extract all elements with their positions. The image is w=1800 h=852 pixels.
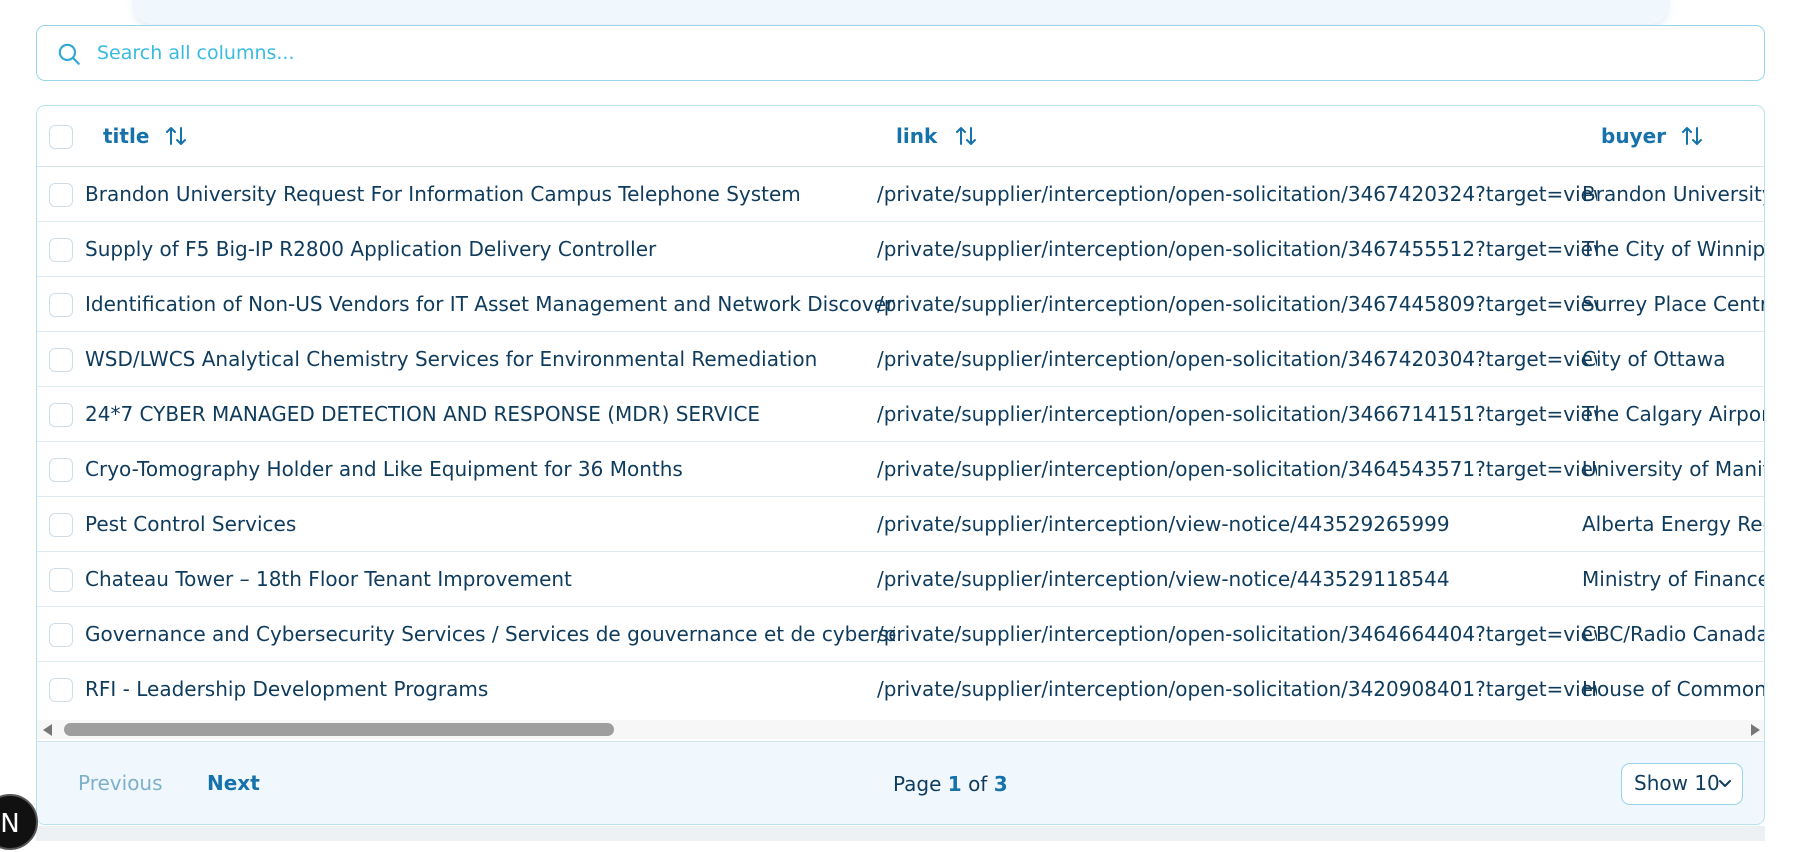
search-icon xyxy=(58,43,80,65)
cell-title: Cryo-Tomography Holder and Like Equipmen… xyxy=(85,457,683,481)
table-row[interactable]: WSD/LWCS Analytical Chemistry Services f… xyxy=(37,332,1764,387)
cell-link: /private/supplier/interception/open-soli… xyxy=(877,347,1597,371)
previous-button[interactable]: Previous xyxy=(78,771,163,795)
scroll-left-icon[interactable] xyxy=(43,724,52,736)
cell-buyer: City of Ottawa xyxy=(1582,347,1726,371)
cell-link: /private/supplier/interception/open-soli… xyxy=(877,457,1597,481)
cell-title: Brandon University Request For Informati… xyxy=(85,182,801,206)
table-header-row: title link buyer xyxy=(37,106,1764,167)
pagination-footer: Previous Next Page 1 of 3 Show 10 xyxy=(37,741,1764,824)
cell-title: Governance and Cybersecurity Services / … xyxy=(85,622,895,646)
table-row[interactable]: Governance and Cybersecurity Services / … xyxy=(37,607,1765,662)
bottom-strip xyxy=(36,826,1765,841)
row-checkbox[interactable] xyxy=(49,623,73,647)
page-size-select[interactable]: Show 10 xyxy=(1621,763,1743,805)
cell-title: Pest Control Services xyxy=(85,512,297,536)
table-row[interactable]: Identification of Non-US Vendors for IT … xyxy=(37,277,1765,332)
column-header-link[interactable]: link xyxy=(896,106,937,167)
search-input[interactable] xyxy=(97,34,1697,72)
cell-link: /private/supplier/interception/open-soli… xyxy=(877,622,1597,646)
current-page: 1 xyxy=(947,772,962,796)
cell-buyer: The City of Winnipe xyxy=(1582,237,1765,261)
table-row[interactable]: 24*7 CYBER MANAGED DETECTION AND RESPONS… xyxy=(37,387,1765,442)
cell-link: /private/supplier/interception/open-soli… xyxy=(877,402,1597,426)
cell-buyer: CBC/Radio Canada xyxy=(1582,622,1765,646)
cell-link: /private/supplier/interception/open-soli… xyxy=(877,237,1597,261)
row-checkbox[interactable] xyxy=(49,238,73,262)
scroll-right-icon[interactable] xyxy=(1751,724,1760,736)
chevron-down-icon xyxy=(1719,780,1731,787)
cell-title: WSD/LWCS Analytical Chemistry Services f… xyxy=(85,347,818,371)
page-size-value: Show 10 xyxy=(1634,771,1720,795)
row-checkbox[interactable] xyxy=(49,458,73,482)
scrollbar-thumb[interactable] xyxy=(64,723,614,736)
cell-link: /private/supplier/interception/view-noti… xyxy=(877,512,1450,536)
cell-link: /private/supplier/interception/open-soli… xyxy=(877,182,1597,206)
cell-buyer: Ministry of Finance xyxy=(1582,567,1765,591)
table-row[interactable]: Cryo-Tomography Holder and Like Equipmen… xyxy=(37,442,1765,497)
table-row[interactable]: Supply of F5 Big-IP R2800 Application De… xyxy=(37,222,1765,277)
cell-buyer: Alberta Energy Regu xyxy=(1582,512,1764,536)
row-checkbox[interactable] xyxy=(49,403,73,427)
cell-title: Supply of F5 Big-IP R2800 Application De… xyxy=(85,237,657,261)
table-row[interactable]: RFI - Leadership Development Programs /p… xyxy=(37,662,1765,717)
cell-buyer: Brandon University xyxy=(1582,182,1765,206)
cell-link: /private/supplier/interception/view-noti… xyxy=(877,567,1450,591)
cell-title: Identification of Non-US Vendors for IT … xyxy=(85,292,895,316)
search-bar[interactable] xyxy=(36,25,1765,81)
row-checkbox[interactable] xyxy=(49,568,73,592)
top-panel xyxy=(134,0,1668,24)
cell-buyer: University of Manitc xyxy=(1582,457,1765,481)
cell-link: /private/supplier/interception/open-soli… xyxy=(877,292,1597,316)
row-checkbox[interactable] xyxy=(49,678,73,702)
column-header-buyer[interactable]: buyer xyxy=(1601,106,1666,167)
dev-badge[interactable]: N xyxy=(0,794,38,850)
cell-title: 24*7 CYBER MANAGED DETECTION AND RESPONS… xyxy=(85,402,761,426)
cell-title: RFI - Leadership Development Programs xyxy=(85,677,489,701)
sort-icon[interactable] xyxy=(1680,124,1704,148)
table-row[interactable]: Brandon University Request For Informati… xyxy=(37,167,1765,222)
cell-buyer: Surrey Place Centre xyxy=(1582,292,1765,316)
sort-icon[interactable] xyxy=(954,124,978,148)
row-checkbox[interactable] xyxy=(49,293,73,317)
table-row[interactable]: Chateau Tower – 18th Floor Tenant Improv… xyxy=(37,552,1765,607)
row-checkbox[interactable] xyxy=(49,513,73,537)
page-indicator: Page 1 of 3 xyxy=(893,772,1008,796)
select-all-checkbox[interactable] xyxy=(49,125,73,149)
next-button[interactable]: Next xyxy=(207,771,260,795)
cell-link: /private/supplier/interception/open-soli… xyxy=(877,677,1597,701)
column-header-title[interactable]: title xyxy=(103,106,149,167)
sort-icon[interactable] xyxy=(164,124,188,148)
horizontal-scrollbar[interactable] xyxy=(37,720,1764,739)
data-table: title link buyer Brandon University Requ… xyxy=(36,105,1765,825)
page-of-label: of xyxy=(968,772,988,796)
total-pages: 3 xyxy=(993,772,1008,796)
page-prefix: Page xyxy=(893,772,942,796)
cell-buyer: The Calgary Airport xyxy=(1582,402,1765,426)
cell-title: Chateau Tower – 18th Floor Tenant Improv… xyxy=(85,567,572,591)
table-row[interactable]: Pest Control Services /private/supplier/… xyxy=(37,497,1764,552)
cell-buyer: House of Commons xyxy=(1582,677,1765,701)
row-checkbox[interactable] xyxy=(49,348,73,372)
row-checkbox[interactable] xyxy=(49,183,73,207)
